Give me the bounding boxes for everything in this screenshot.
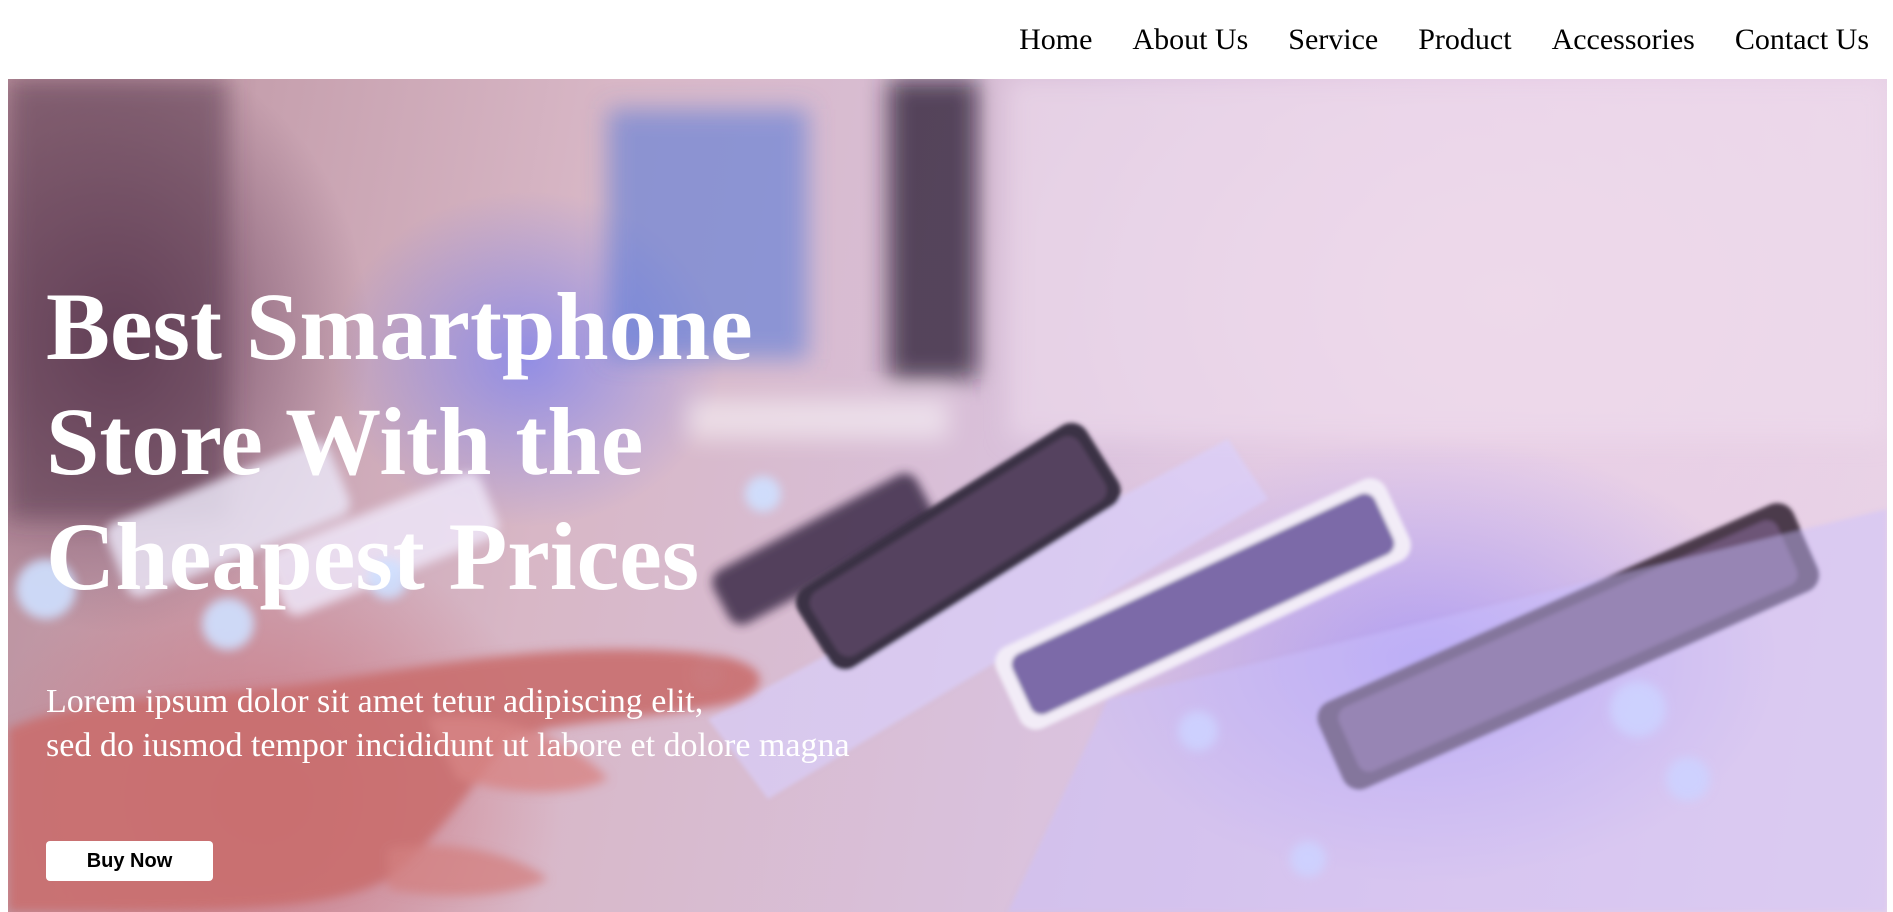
hero-banner: Best Smartphone Store With the Cheapest … bbox=[8, 79, 1887, 912]
hero-title: Best Smartphone Store With the Cheapest … bbox=[46, 273, 753, 610]
nav-home-link[interactable]: Home bbox=[1019, 24, 1092, 55]
hero-subtitle-line-2: sed do iusmod tempor incididunt ut labor… bbox=[46, 727, 850, 764]
hero-subtitle: Lorem ipsum dolor sit amet tetur adipisc… bbox=[46, 680, 1006, 768]
nav-accessories-link[interactable]: Accessories bbox=[1552, 24, 1695, 55]
buy-now-button[interactable]: Buy Now bbox=[46, 841, 213, 881]
hero-subtitle-line-1: Lorem ipsum dolor sit amet tetur adipisc… bbox=[46, 683, 704, 720]
nav-product-link[interactable]: Product bbox=[1418, 24, 1511, 55]
main-nav: Home About Us Service Product Accessorie… bbox=[1019, 0, 1869, 79]
nav-contact-us-link[interactable]: Contact Us bbox=[1735, 24, 1869, 55]
top-navigation-bar: Home About Us Service Product Accessorie… bbox=[0, 0, 1893, 79]
nav-service-link[interactable]: Service bbox=[1288, 24, 1378, 55]
nav-about-us-link[interactable]: About Us bbox=[1132, 24, 1248, 55]
